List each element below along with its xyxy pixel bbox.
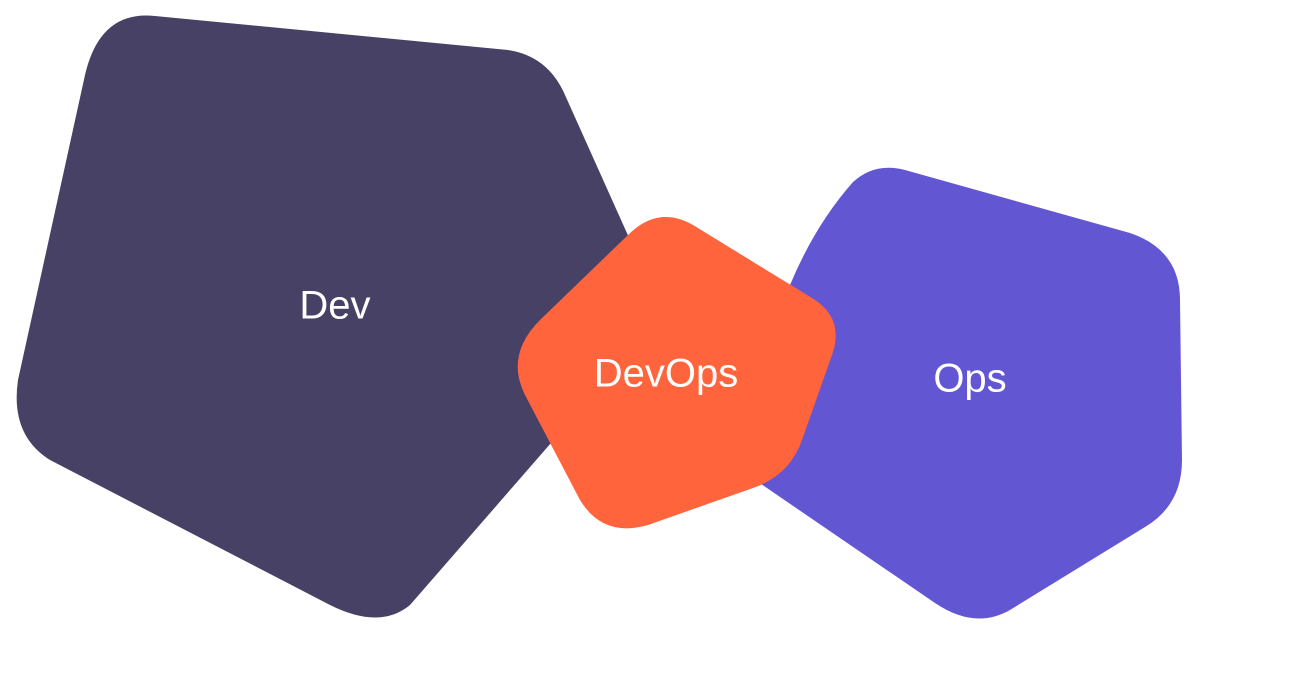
devops-diagram: Dev DevOps Ops: [16, 15, 1182, 619]
ops-label: Ops: [933, 357, 1006, 401]
devops-label: DevOps: [594, 352, 739, 396]
dev-label: Dev: [299, 284, 370, 328]
